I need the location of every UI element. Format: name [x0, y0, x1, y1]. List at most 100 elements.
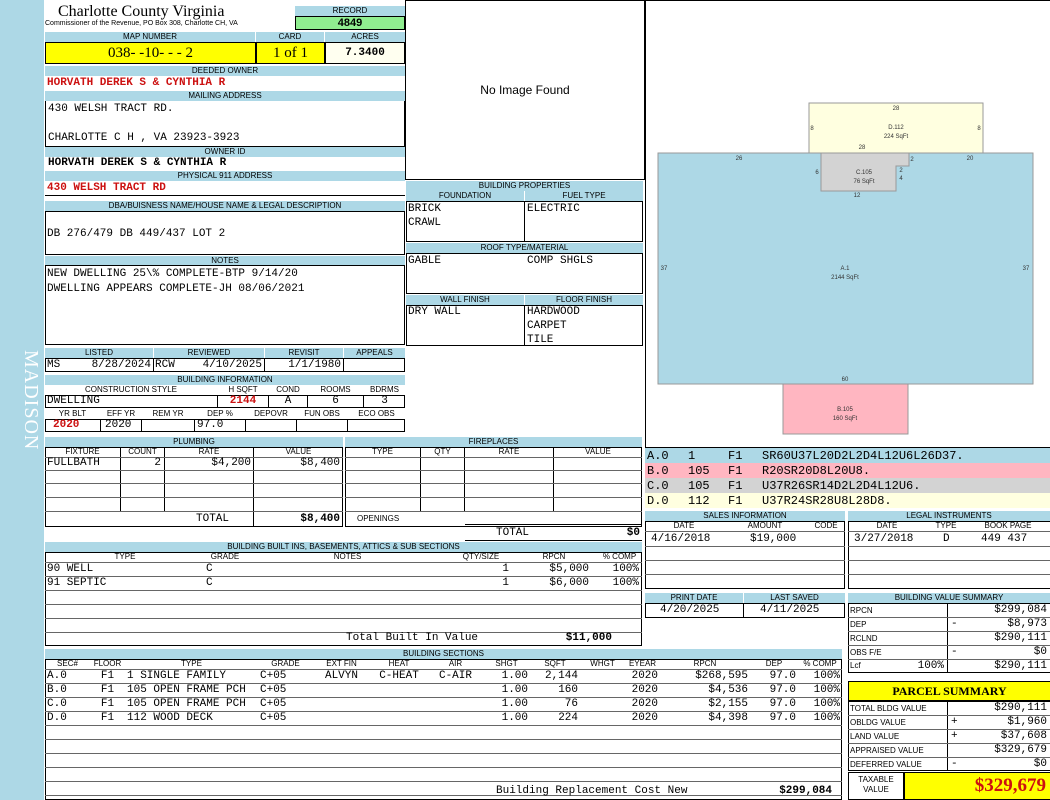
- section-row-2-shgt: 1.00: [501, 698, 528, 710]
- section-row-3-grade: C+05: [260, 712, 287, 724]
- vs-obs: $0: [1033, 646, 1047, 658]
- sketch-code-num: 105: [688, 464, 710, 478]
- section-row-1-sqft: 160: [558, 684, 578, 696]
- construction-style-label: CONSTRUCTION STYLE: [84, 385, 177, 394]
- built-ins-total-label: Total Built In Value: [346, 632, 479, 644]
- vs-dep: $8,973: [1007, 618, 1047, 630]
- ps-deferred-label: DEFERRED VALUE: [850, 760, 922, 769]
- effyr-value: 2020: [105, 419, 132, 431]
- plumbing-rate: $4,200: [211, 457, 251, 469]
- plumbing-col-rate: RATE: [198, 447, 220, 456]
- plumbing-label: PLUMBING: [45, 437, 343, 447]
- section-row-3-floor: F1: [100, 712, 115, 724]
- sections-col-7: SHGT: [495, 659, 518, 668]
- construction-style: DWELLING: [47, 395, 100, 407]
- built-in-2-type: 91 SEPTIC: [47, 577, 107, 589]
- roof-type: GABLE: [408, 255, 442, 267]
- appeals-label: APPEALS: [344, 348, 405, 358]
- plumbing-value: $8,400: [300, 457, 340, 469]
- sketch-code-num: 112: [688, 494, 710, 508]
- notes-line-2: DWELLING APPEARS COMPLETE-JH 08/06/2021: [47, 283, 305, 295]
- built-in-1-type: 90 WELL: [47, 563, 94, 575]
- plumbing-total-label: TOTAL: [196, 513, 230, 525]
- ps-deferred: $0: [1033, 758, 1047, 770]
- roof-label: ROOF TYPE/MATERIAL: [406, 243, 643, 253]
- sections-col-2: TYPE: [181, 659, 202, 668]
- instrument-book: 449 437: [981, 533, 1028, 545]
- sections-header-row: SEC# FLOOR TYPE GRADE EXT FIN HEAT AIR SHGT SQFT…: [45, 659, 842, 669]
- section-row-2-grade: C+05: [260, 698, 287, 710]
- sketch-d-bottom: 28: [859, 145, 866, 151]
- foundation-2: CRAWL: [408, 217, 442, 229]
- plumbing-count: 2: [154, 457, 161, 469]
- deeded-owner-label: DEEDED OWNER: [45, 66, 405, 76]
- section-row-2-floor: F1: [100, 698, 115, 710]
- ps-obldg: $1,960: [1007, 716, 1047, 728]
- sections-col-3: GRADE: [271, 659, 300, 668]
- dep-label: DEP %: [207, 409, 233, 418]
- yrblt-label: YR BLT: [58, 409, 87, 418]
- section-row-3-shgt: 1.00: [501, 712, 528, 724]
- sketch-a-top-right: 20: [967, 156, 974, 162]
- section-row-1-shgt: 1.00: [501, 684, 528, 696]
- replacement-label: Building Replacement Cost New: [496, 785, 688, 797]
- vs-rclnd-label: RCLND: [850, 634, 878, 643]
- sketch-b-area: 160 SqFt: [833, 416, 858, 422]
- notes-line-1: NEW DWELLING 25\% COMPLETE-BTP 9/14/20: [47, 268, 298, 280]
- built-ins-col-rpcn: RPCN: [542, 552, 566, 561]
- vs-lcf: $290,111: [994, 660, 1047, 672]
- built-in-1-comp: 100%: [612, 563, 639, 575]
- record-number: 4849: [295, 16, 405, 30]
- built-in-2-grade: C: [206, 577, 213, 589]
- section-row-0-air: C-AIR: [438, 670, 472, 682]
- print-date-label: PRINT DATE: [645, 593, 743, 603]
- hsqft-label: H SQFT: [228, 385, 258, 394]
- section-row-3-dep: 97.0: [769, 712, 796, 724]
- mailing-line-2: CHARLOTTE C H , VA 23923-3923: [48, 132, 240, 144]
- sale-amount: $19,000: [750, 533, 797, 545]
- taxable-value: $329,679: [904, 772, 1050, 800]
- plumbing-fixture: FULLBATH: [47, 457, 100, 469]
- section-row-0-eyear: 2020: [631, 670, 658, 682]
- built-ins-col-comp: % COMP: [602, 552, 637, 561]
- built-in-1-rpcn: $5,000: [549, 563, 589, 575]
- physical-address-label: PHYSICAL 911 ADDRESS: [45, 171, 405, 181]
- sections-col-13: % COMP: [803, 659, 837, 668]
- built-ins-total: $11,000: [565, 632, 612, 644]
- fireplaces-total: $0: [626, 527, 640, 539]
- rooms-value: 6: [332, 395, 339, 407]
- building-info-label: BUILDING INFORMATION: [45, 375, 405, 385]
- ecoobs-label: ECO OBS: [358, 409, 395, 418]
- section-row-2-sec: C.0: [47, 698, 67, 710]
- section-row-2-rpcn: $2,155: [708, 698, 748, 710]
- effyr-label: EFF YR: [106, 409, 136, 418]
- section-row-1-floor: F1: [100, 684, 115, 696]
- card-label: CARD: [256, 32, 324, 42]
- taxable-label-2: VALUE: [863, 785, 889, 794]
- cond-value: A: [284, 395, 292, 407]
- sections-col-8: SQFT: [544, 659, 566, 668]
- record-label: RECORD: [295, 6, 405, 16]
- sketch-code-code: U37R26SR14D2L2D4L12U6.: [762, 479, 921, 493]
- deeded-owner: HORVATH DEREK S & CYNTHIA R: [47, 77, 226, 89]
- instrument-date: 3/27/2018: [854, 533, 914, 545]
- acres-label: ACRES: [325, 32, 405, 42]
- sections-col-1: FLOOR: [93, 659, 122, 668]
- listed-label: LISTED: [45, 348, 153, 358]
- no-image-text: No Image Found: [480, 83, 570, 97]
- owner-id-label: OWNER ID: [45, 147, 405, 157]
- sketch-a-area: 2144 SqFt: [831, 275, 859, 281]
- sections-col-9: WHGT: [590, 659, 615, 668]
- sections-col-5: HEAT: [388, 659, 410, 668]
- ps-appraised: $329,679: [994, 744, 1047, 756]
- last-saved-label: LAST SAVED: [744, 593, 845, 603]
- reviewed-date: 4/10/2025: [202, 359, 262, 371]
- sketch-a-label: A.1: [840, 266, 850, 272]
- instruments-col-type: TYPE: [935, 521, 957, 530]
- building-sketch: D.112 224 SqFt 28 8 8 28 C.105 76 SqFt 6…: [657, 102, 1034, 435]
- ps-appraised-label: APPRAISED VALUE: [850, 746, 924, 755]
- sales-col-code: CODE: [814, 521, 838, 530]
- ps-bldg-label: TOTAL BLDG VALUE: [850, 704, 927, 713]
- sections-col-11: RPCN: [693, 659, 717, 668]
- section-row-0-type: 1 SINGLE FAMILY: [127, 670, 227, 682]
